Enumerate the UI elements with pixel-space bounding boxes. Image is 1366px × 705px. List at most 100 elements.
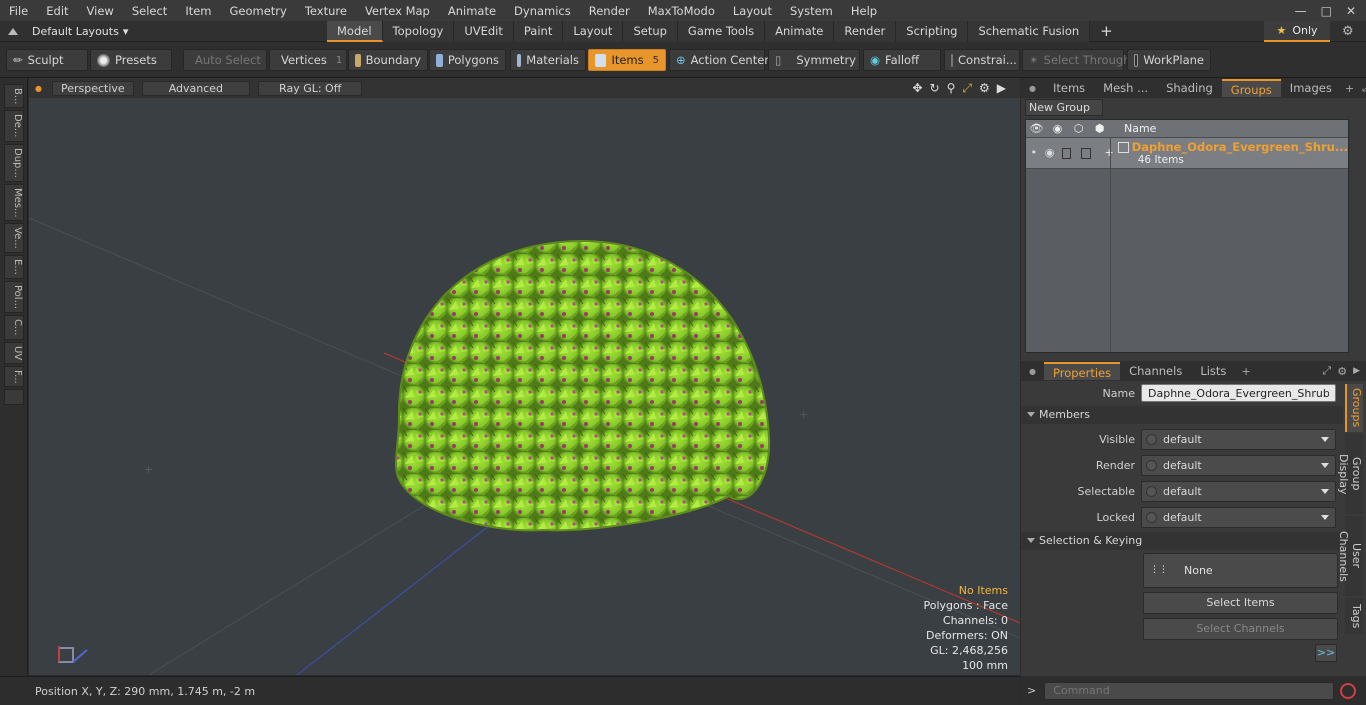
menu-item[interactable]: Item: [176, 4, 220, 18]
menu-dynamics[interactable]: Dynamics: [505, 4, 580, 18]
menu-select[interactable]: Select: [123, 4, 176, 18]
maximize-view-icon[interactable]: ⤢: [962, 81, 972, 96]
tab-model[interactable]: Model: [327, 21, 383, 42]
menu-geometry[interactable]: Geometry: [221, 4, 296, 18]
collapse-up-icon[interactable]: [8, 28, 18, 35]
record-icon[interactable]: [1340, 682, 1357, 699]
falloff-button[interactable]: ◉ Falloff: [863, 49, 941, 71]
left-tab-extra[interactable]: [4, 389, 24, 406]
left-tab-edge[interactable]: E...: [4, 255, 24, 279]
command-input[interactable]: [1044, 681, 1335, 700]
row-eye-icon[interactable]: •: [1026, 146, 1042, 159]
render-dropdown[interactable]: default: [1141, 454, 1336, 476]
workplane-button[interactable]: WorkPlane: [1127, 49, 1211, 71]
left-tab-duplicate[interactable]: Dup...: [4, 143, 24, 182]
menu-edit[interactable]: Edit: [37, 4, 77, 18]
more-button[interactable]: >>: [1315, 644, 1337, 662]
menu-view[interactable]: View: [78, 4, 123, 18]
symmetry-button[interactable]: ▯ Symmetry: [768, 49, 860, 71]
row-lock-checkbox[interactable]: [1081, 148, 1091, 159]
visibility-eye-icon[interactable]: 👁: [1026, 122, 1047, 135]
close-icon[interactable]: ✕: [1346, 4, 1356, 18]
visible-dropdown[interactable]: default: [1141, 428, 1336, 450]
panel-menu-icon[interactable]: ●: [1021, 84, 1044, 93]
selection-keying-section[interactable]: Selection & Keying: [1021, 532, 1343, 550]
zoom-view-icon[interactable]: ⚲: [947, 81, 956, 96]
selectable-dropdown[interactable]: default: [1141, 480, 1336, 502]
tab-game-tools[interactable]: Game Tools: [677, 21, 766, 42]
keying-none-button[interactable]: ⋮⋮ None: [1143, 553, 1338, 588]
expand-panel-icon[interactable]: ⤢: [1362, 81, 1366, 95]
tab-animate[interactable]: Animate: [765, 21, 835, 42]
tab-scripting[interactable]: Scripting: [896, 21, 969, 42]
boundary-button[interactable]: Boundary: [348, 49, 428, 71]
select-channels-button[interactable]: Select Channels: [1143, 618, 1338, 640]
menu-vertex-map[interactable]: Vertex Map: [356, 4, 439, 18]
tab-channels[interactable]: Channels: [1120, 362, 1191, 380]
left-tab-deform[interactable]: De...: [4, 110, 24, 142]
tab-render[interactable]: Render: [834, 21, 897, 42]
only-toggle[interactable]: ★ Only: [1264, 21, 1330, 42]
items-button[interactable]: Items 5: [588, 49, 666, 71]
viewport-menu-icon[interactable]: ●: [35, 84, 42, 93]
tab-properties[interactable]: Properties: [1043, 362, 1121, 380]
tab-items[interactable]: Items: [1044, 79, 1094, 97]
presets-button[interactable]: Presets: [90, 49, 172, 71]
play-arrow-icon[interactable]: ▶: [997, 81, 1006, 96]
menu-system[interactable]: System: [781, 4, 842, 18]
action-center-button[interactable]: ⊕ Action Center: [669, 49, 769, 71]
maximize-icon[interactable]: □: [1321, 4, 1332, 18]
side-tab-groups[interactable]: Groups: [1345, 384, 1363, 432]
left-tab-vertex[interactable]: Ve...: [4, 223, 24, 254]
polygons-button[interactable]: Polygons: [429, 49, 506, 71]
tab-lists[interactable]: Lists: [1191, 362, 1235, 380]
minimize-icon[interactable]: —: [1295, 4, 1307, 18]
side-tab-user-channels[interactable]: User Channels: [1337, 516, 1363, 596]
tab-images[interactable]: Images: [1281, 79, 1341, 97]
members-section[interactable]: Members: [1021, 406, 1343, 424]
new-group-button[interactable]: New Group: [1025, 99, 1103, 116]
sculpt-button[interactable]: ✏ Sculpt: [6, 49, 88, 71]
menu-texture[interactable]: Texture: [296, 4, 356, 18]
groups-scrollbar[interactable]: [1351, 119, 1363, 353]
constraints-button[interactable]: Constrai...: [944, 49, 1020, 71]
select-through-button[interactable]: ✴ Select Through: [1022, 49, 1130, 71]
rotate-view-icon[interactable]: ↻: [930, 81, 940, 96]
properties-gear-icon[interactable]: ⚙: [1337, 365, 1347, 378]
expand-panel-icon[interactable]: ⤢: [1322, 364, 1331, 378]
left-tab-basic[interactable]: B...: [4, 84, 24, 109]
move-view-icon[interactable]: ✥: [912, 81, 922, 96]
raygl-button[interactable]: Ray GL: Off: [258, 80, 363, 96]
name-column-header[interactable]: Name: [1124, 122, 1156, 135]
advanced-button[interactable]: Advanced: [141, 80, 251, 96]
select-icon[interactable]: ⬡: [1068, 122, 1089, 135]
tab-uvedit[interactable]: UVEdit: [454, 21, 514, 42]
3d-viewport[interactable]: + + ● Perspective Advanced Ray GL: Off ✥…: [29, 78, 1020, 675]
tab-shading[interactable]: Shading: [1157, 79, 1222, 97]
gear-icon[interactable]: ⚙: [1342, 24, 1354, 39]
materials-button[interactable]: Materials: [510, 49, 586, 71]
add-panel-tab-icon[interactable]: +: [1241, 365, 1250, 378]
tab-setup[interactable]: Setup: [623, 21, 678, 42]
add-panel-tab-icon[interactable]: +: [1345, 82, 1354, 95]
shrub-model[interactable]: [395, 239, 771, 532]
left-tab-curve[interactable]: C...: [4, 314, 24, 340]
left-tab-mesh[interactable]: Mes...: [4, 183, 24, 222]
row-select-checkbox[interactable]: [1061, 148, 1072, 159]
menu-maxtomodo[interactable]: MaxToModo: [639, 4, 724, 18]
add-tab-button[interactable]: +: [1090, 21, 1123, 42]
select-items-button[interactable]: Select Items: [1143, 592, 1338, 614]
menu-file[interactable]: File: [0, 4, 37, 18]
menu-help[interactable]: Help: [842, 4, 886, 18]
menu-animate[interactable]: Animate: [439, 4, 505, 18]
left-tab-uv[interactable]: UV: [4, 341, 24, 364]
tab-topology[interactable]: Topology: [382, 21, 455, 42]
tab-schematic-fusion[interactable]: Schematic Fusion: [968, 21, 1091, 42]
side-tab-tags[interactable]: Tags: [1345, 598, 1363, 634]
menu-render[interactable]: Render: [580, 4, 639, 18]
locked-dropdown[interactable]: default: [1141, 506, 1336, 528]
row-render-icon[interactable]: ◉: [1042, 146, 1058, 159]
vertices-button[interactable]: Vertices 1: [269, 49, 347, 71]
panel-arrow-icon[interactable]: ▶: [1353, 366, 1360, 376]
group-row[interactable]: • ◉ + Daphne_Odora_Evergreen_Shru... 46 …: [1026, 138, 1348, 169]
